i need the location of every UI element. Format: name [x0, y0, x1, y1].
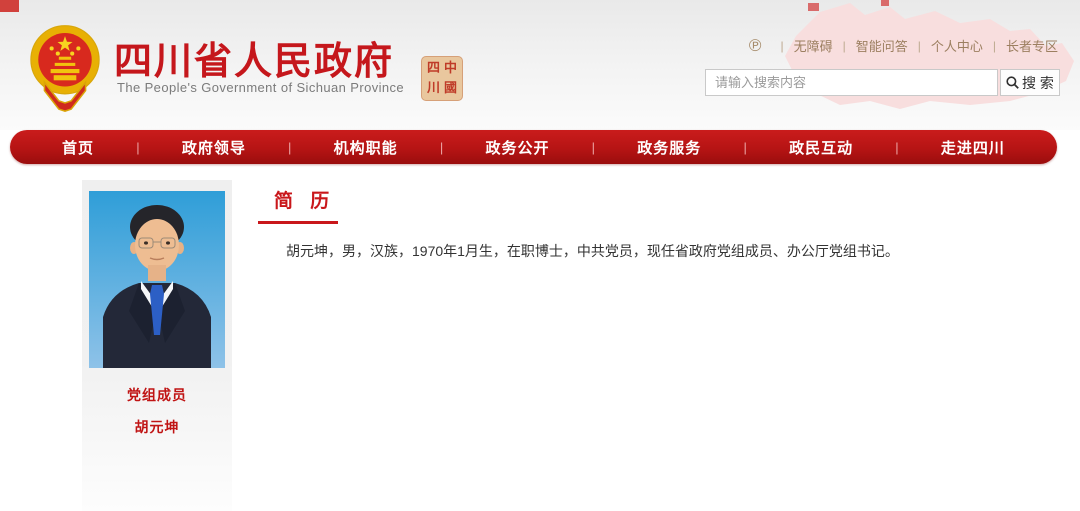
search-bar: 搜 索: [705, 69, 1060, 96]
link-accessibility[interactable]: 无障碍: [794, 36, 833, 55]
section-title: 简 历: [274, 186, 898, 213]
main-nav: 首页 | 政府领导 | 机构职能 | 政务公开 | 政务服务 | 政民互动 | …: [10, 130, 1057, 164]
voice-reading-icon[interactable]: ℗: [749, 37, 762, 54]
seal-char: 中: [442, 59, 459, 79]
person-name: 胡元坤: [82, 417, 232, 437]
nav-item-public-interaction[interactable]: 政民互动: [789, 137, 853, 158]
nav-item-government-leaders[interactable]: 政府领导: [182, 137, 246, 158]
separator: |: [136, 140, 139, 155]
title-underline: [258, 221, 338, 224]
seal-char: 國: [442, 79, 459, 99]
nav-item-government-services[interactable]: 政务服务: [637, 137, 701, 158]
site-header: 四川省人民政府 The People's Government of Sichu…: [0, 0, 1080, 130]
separator: |: [743, 140, 746, 155]
utility-links: ℗ | 无障碍 | 智能问答 | 个人中心 | 长者专区: [749, 36, 1058, 55]
search-icon: [1006, 76, 1019, 89]
separator: |: [993, 39, 996, 53]
position-label: 党组成员: [82, 385, 232, 405]
search-button[interactable]: 搜 索: [1000, 69, 1060, 96]
seal-char: 四: [425, 59, 442, 79]
national-emblem-logo: [28, 22, 102, 114]
resume-section: 简 历 胡元坤，男，汉族，1970年1月生，在职博士，中共党员，现任省政府党组成…: [258, 180, 898, 262]
profile-panel: 党组成员 胡元坤: [82, 180, 232, 511]
separator: |: [895, 140, 898, 155]
bio-text: 胡元坤，男，汉族，1970年1月生，在职博士，中共党员，现任省政府党组成员、办公…: [258, 240, 898, 262]
seal-char: 川: [425, 79, 442, 99]
nav-item-home[interactable]: 首页: [62, 137, 94, 158]
separator: |: [440, 140, 443, 155]
nav-item-government-disclosure[interactable]: 政务公开: [485, 137, 549, 158]
link-smart-qa[interactable]: 智能问答: [856, 36, 908, 55]
site-subtitle: The People's Government of Sichuan Provi…: [117, 80, 404, 95]
page: 四川省人民政府 The People's Government of Sichu…: [0, 0, 1080, 511]
search-input[interactable]: [705, 69, 998, 96]
link-senior-zone[interactable]: 长者专区: [1006, 36, 1058, 55]
separator: |: [843, 39, 846, 53]
search-button-label: 搜 索: [1022, 73, 1054, 93]
separator: |: [288, 140, 291, 155]
separator: |: [780, 39, 783, 53]
sichuan-seal-logo: 四 中 川 國: [421, 56, 463, 101]
nav-item-organization-functions[interactable]: 机构职能: [334, 137, 398, 158]
nav-item-discover-sichuan[interactable]: 走进四川: [941, 137, 1005, 158]
link-personal-center[interactable]: 个人中心: [931, 36, 983, 55]
corner-red-mark: [0, 0, 19, 12]
separator: |: [918, 39, 921, 53]
site-title: 四川省人民政府: [114, 30, 394, 85]
portrait-photo: [89, 191, 225, 368]
separator: |: [592, 140, 595, 155]
